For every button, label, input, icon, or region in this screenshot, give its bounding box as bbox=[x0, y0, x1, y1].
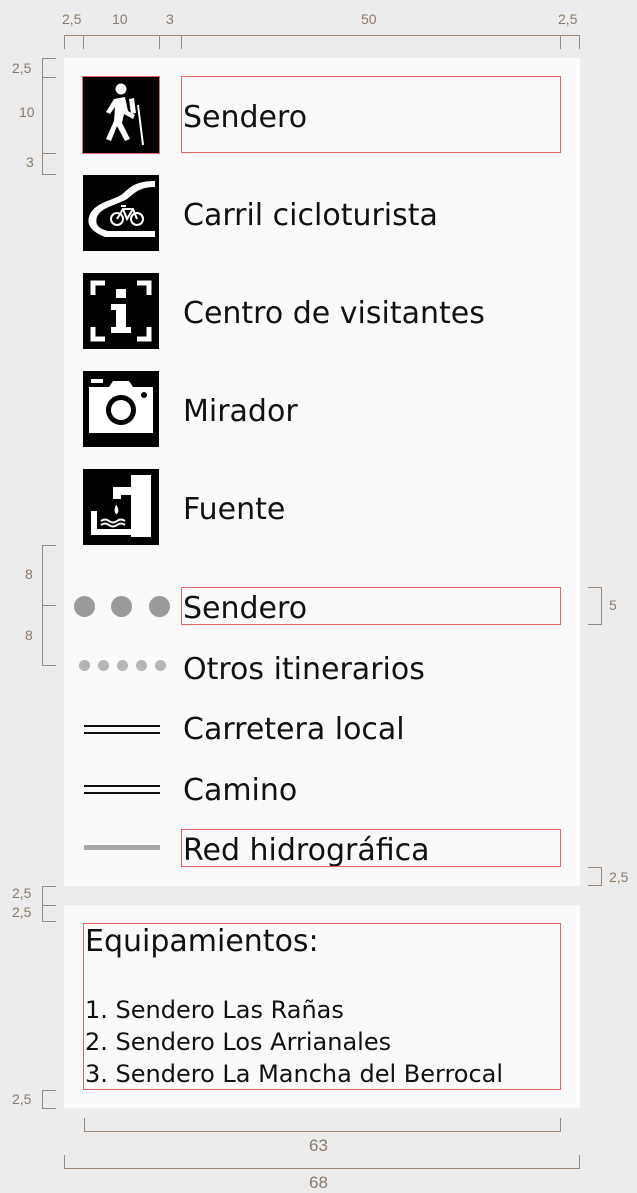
legend-label-camino: Camino bbox=[183, 773, 298, 808]
dim-bottom-margin: 2,5 bbox=[609, 869, 629, 885]
dim-eq-gap: 2,5 bbox=[12, 885, 32, 901]
legend-label-carril: Carril cicloturista bbox=[183, 198, 438, 233]
equipment-title: Equipamientos: bbox=[85, 924, 319, 959]
dim-eq-margin-top: 2,5 bbox=[12, 904, 32, 920]
dim-line-spacing-2: 8 bbox=[25, 627, 33, 643]
legend-label-carretera: Carretera local bbox=[183, 712, 405, 747]
dim-inner-width: 63 bbox=[309, 1136, 328, 1155]
legend-label-fuente: Fuente bbox=[183, 492, 286, 527]
dim-left-margin: 2,5 bbox=[12, 60, 32, 76]
legend-label-otros: Otros itinerarios bbox=[183, 652, 425, 687]
dim-left-gap: 3 bbox=[26, 154, 34, 170]
dim-top-margin-left: 2,5 bbox=[62, 11, 82, 27]
equipment-item: 2. Sendero Los Arrianales bbox=[85, 1028, 392, 1056]
dim-top-margin-right: 2,5 bbox=[558, 11, 578, 27]
bike-lane-icon bbox=[83, 175, 159, 251]
guide-box bbox=[181, 76, 561, 153]
legend-label-mirador: Mirador bbox=[183, 394, 298, 429]
dim-eq-margin-bottom: 2,5 bbox=[12, 1091, 32, 1107]
equipment-item: 1. Sendero Las Rañas bbox=[85, 996, 344, 1024]
dim-top-icon: 10 bbox=[112, 11, 128, 27]
info-center-icon bbox=[83, 273, 159, 349]
dim-line-height: 5 bbox=[609, 597, 617, 613]
guide-box bbox=[181, 829, 561, 867]
hiker-icon bbox=[82, 76, 160, 154]
dim-line-spacing-1: 8 bbox=[25, 566, 33, 582]
fountain-icon bbox=[83, 469, 159, 545]
guide-box bbox=[181, 587, 561, 625]
dim-outer-width: 68 bbox=[309, 1173, 328, 1192]
dim-top-gap: 3 bbox=[166, 11, 174, 27]
legend-label-centro: Centro de visitantes bbox=[183, 296, 485, 331]
camera-icon bbox=[83, 371, 159, 447]
grey-line-symbol bbox=[84, 845, 160, 850]
dim-left-icon: 10 bbox=[19, 104, 35, 120]
dim-top-text: 50 bbox=[361, 11, 377, 27]
equipment-item: 3. Sendero La Mancha del Berrocal bbox=[85, 1060, 504, 1088]
